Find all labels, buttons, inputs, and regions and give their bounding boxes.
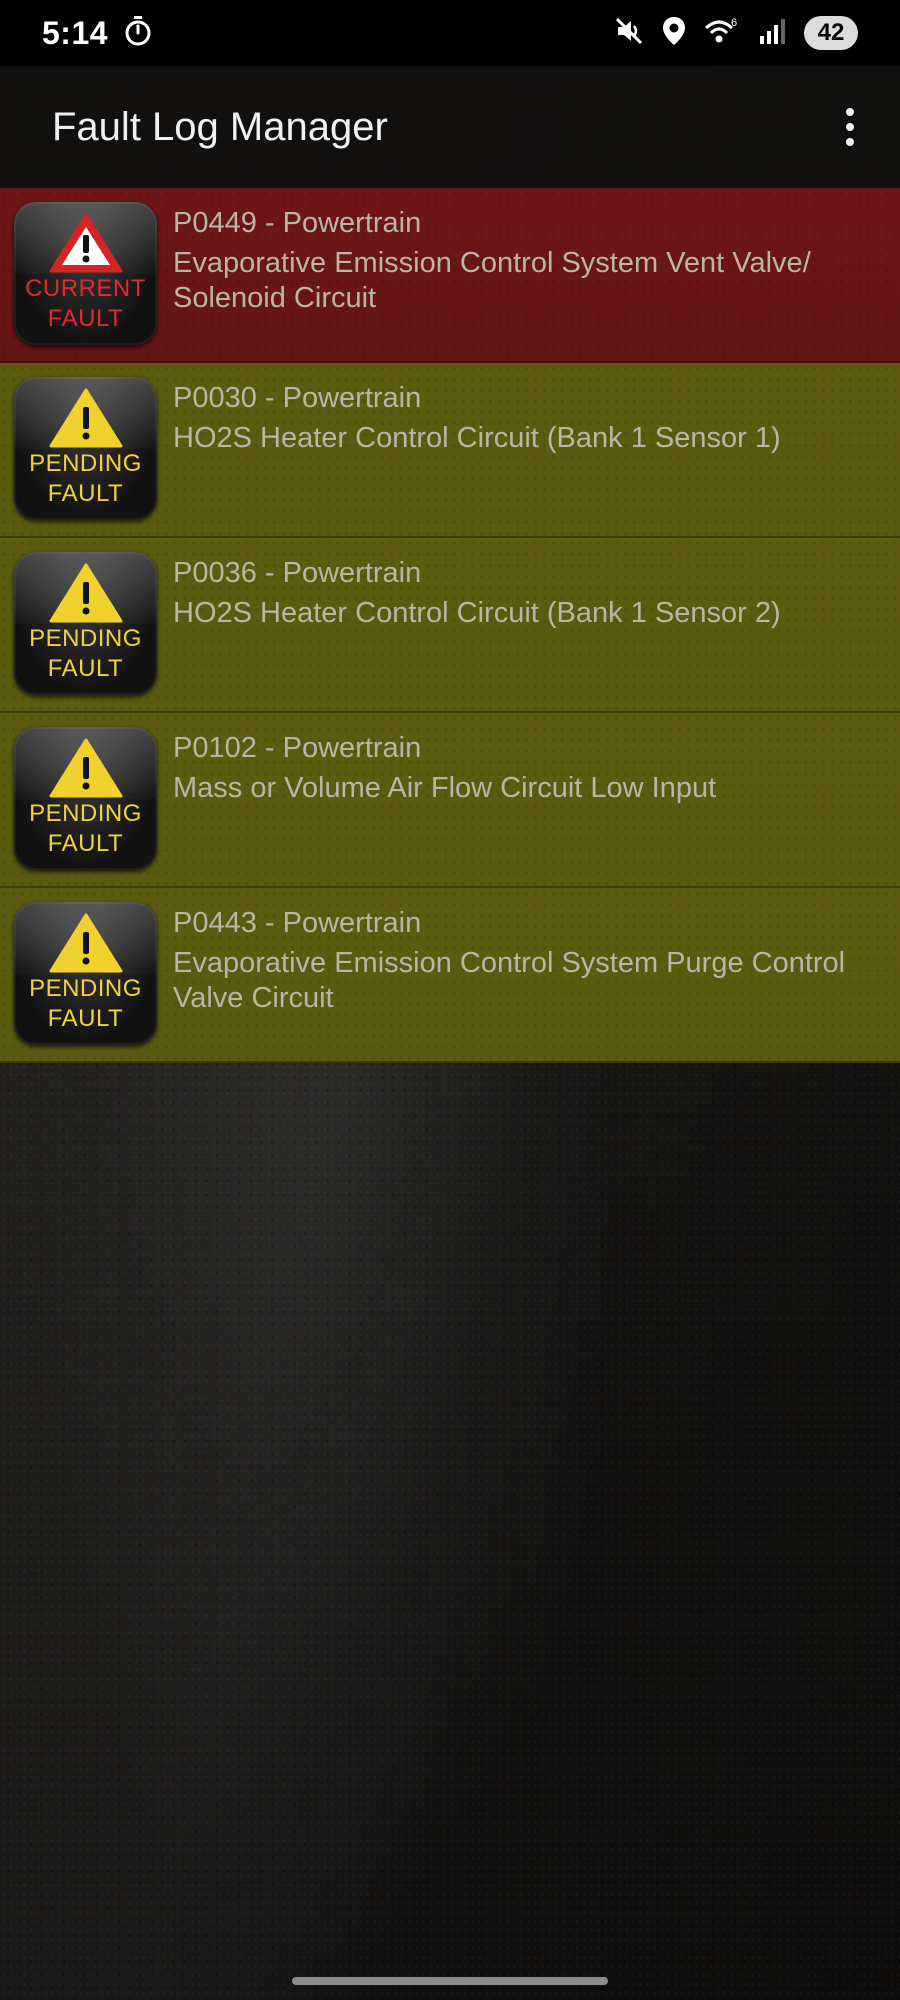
mute-icon — [614, 16, 644, 51]
warning-triangle-icon — [49, 388, 122, 448]
fault-code: P0036 - Powertrain — [173, 557, 422, 589]
warning-triangle-icon — [49, 563, 122, 623]
fault-description: HO2S Heater Control Circuit (Bank 1 Sens… — [173, 597, 781, 629]
status-time: 5:14 — [42, 14, 109, 51]
wifi-6-icon: 6 — [704, 16, 740, 51]
status-left: 5:14 — [42, 15, 152, 52]
timer-icon — [124, 15, 152, 51]
signal-icon — [758, 16, 786, 51]
battery-indicator: 42 — [804, 16, 858, 50]
status-bar: 5:14 6 42 — [0, 0, 900, 66]
fault-list: CURRENT FAULT P0449 - Powertrain Evapora… — [0, 188, 900, 1063]
status-right: 6 42 — [614, 16, 858, 51]
badge-line2: FAULT — [47, 655, 124, 682]
menu-dot — [846, 108, 854, 116]
badge-line2: FAULT — [47, 830, 124, 857]
badge-line2: FAULT — [47, 1005, 124, 1032]
fault-info: P0102 - Powertrain Mass or Volume Air Fl… — [157, 713, 732, 806]
badge-line1: CURRENT — [25, 275, 146, 302]
fault-info: P0036 - Powertrain HO2S Heater Control C… — [157, 538, 797, 631]
pending-fault-badge: PENDING FAULT — [14, 727, 157, 870]
fault-description: Evaporative Emission Control System Purg… — [173, 947, 846, 1014]
fault-row[interactable]: PENDING FAULT P0036 - Powertrain HO2S He… — [0, 538, 900, 713]
fault-info: P0449 - Powertrain Evaporative Emission … — [157, 188, 900, 316]
badge-line1: PENDING — [29, 975, 142, 1002]
warning-triangle-icon — [49, 738, 122, 798]
warning-triangle-icon — [49, 913, 122, 973]
app-title: Fault Log Manager — [52, 104, 388, 149]
current-fault-badge: CURRENT FAULT — [14, 202, 157, 345]
pending-fault-badge: PENDING FAULT — [14, 902, 157, 1045]
location-icon — [662, 16, 686, 51]
fault-description: Mass or Volume Air Flow Circuit Low Inpu… — [173, 772, 717, 804]
more-vert-icon[interactable] — [830, 97, 870, 157]
fault-row[interactable]: PENDING FAULT P0030 - Powertrain HO2S He… — [0, 363, 900, 538]
pending-fault-badge: PENDING FAULT — [14, 377, 157, 520]
pending-fault-badge: PENDING FAULT — [14, 552, 157, 695]
badge-line2: FAULT — [47, 305, 124, 332]
home-indicator[interactable] — [292, 1977, 608, 1985]
menu-dot — [846, 138, 854, 146]
badge-line1: PENDING — [29, 800, 142, 827]
fault-row[interactable]: PENDING FAULT P0102 - Powertrain Mass or… — [0, 713, 900, 888]
fault-code: P0449 - Powertrain — [173, 207, 422, 239]
fault-row[interactable]: PENDING FAULT P0443 - Powertrain Evapora… — [0, 888, 900, 1063]
warning-triangle-icon — [49, 213, 122, 273]
fault-code: P0102 - Powertrain — [173, 732, 422, 764]
fault-info: P0030 - Powertrain HO2S Heater Control C… — [157, 363, 797, 456]
fault-description: Evaporative Emission Control System Vent… — [173, 247, 811, 314]
fault-info: P0443 - Powertrain Evaporative Emission … — [157, 888, 900, 1016]
menu-dot — [846, 123, 854, 131]
badge-line1: PENDING — [29, 625, 142, 652]
fault-description: HO2S Heater Control Circuit (Bank 1 Sens… — [173, 422, 781, 454]
badge-line1: PENDING — [29, 450, 142, 477]
fault-code: P0030 - Powertrain — [173, 382, 422, 414]
badge-line2: FAULT — [47, 480, 124, 507]
fault-code: P0443 - Powertrain — [173, 907, 422, 939]
fault-row[interactable]: CURRENT FAULT P0449 - Powertrain Evapora… — [0, 188, 900, 363]
svg-text:6: 6 — [731, 17, 737, 29]
app-bar: Fault Log Manager — [0, 66, 900, 188]
